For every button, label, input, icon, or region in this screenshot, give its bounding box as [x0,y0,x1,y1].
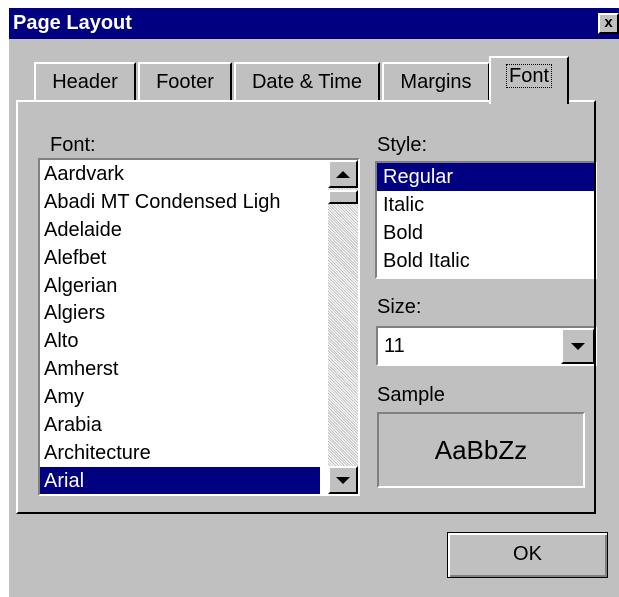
tab-date-time[interactable]: Date & Time [234,62,380,102]
tab-font[interactable]: Font [489,56,569,104]
tab-margins[interactable]: Margins [382,62,490,102]
window-title: Page Layout [13,12,132,34]
font-tab-panel [16,100,596,514]
title-bar: Page Layout x [9,8,619,39]
tab-header-label: Header [52,71,118,93]
close-icon: x [604,14,613,31]
tab-date-time-label: Date & Time [251,71,363,93]
tab-header[interactable]: Header [34,62,136,102]
tab-margins-label: Margins [400,71,472,93]
tab-footer-label: Footer [156,71,214,93]
close-button[interactable]: x [598,13,619,34]
ok-button[interactable]: OK [447,532,608,578]
tab-font-label: Font [505,64,553,88]
tab-footer[interactable]: Footer [138,62,232,102]
ok-button-label: OK [513,543,542,565]
